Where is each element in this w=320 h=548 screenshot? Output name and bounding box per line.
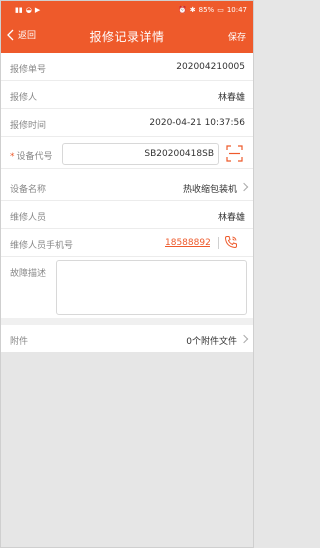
repairer-label: 维修人员 [10, 213, 47, 223]
chevron-right-icon [239, 334, 249, 344]
repair-no-label: 报修单号 [10, 65, 47, 75]
status-left-icons: ▮▮ ◒ ▶ [15, 6, 40, 14]
reporter-row: 报修人 林春雄 [1, 81, 253, 109]
navigation-bar: 返回 报修记录详情 保存 [1, 19, 253, 53]
repair-no-row: 报修单号 202004210005 [1, 53, 253, 81]
section-divider [1, 318, 253, 325]
scan-icon[interactable] [226, 145, 243, 162]
device-name-value: 热收缩包装机 [182, 185, 237, 195]
reporter-label: 报修人 [10, 93, 38, 103]
status-bar: ▮▮ ◒ ▶ ⏰ ✱ 85% ▭ 10:47 [1, 1, 253, 19]
device-code-row: * 设备代号 SB20200418SB [1, 139, 253, 169]
attachment-label: 附件 [10, 337, 29, 347]
bluetooth-icon: ✱ [189, 6, 196, 14]
device-code-label-group: * 设备代号 [10, 149, 53, 162]
battery-level: 85% [198, 6, 215, 14]
wifi-icon: ◒ [25, 6, 32, 14]
report-time-value: 2020-04-21 10:37:56 [149, 118, 245, 128]
device-code-input[interactable]: SB20200418SB [62, 143, 219, 165]
device-name-row[interactable]: 设备名称 热收缩包装机 [1, 173, 253, 201]
attachment-row[interactable]: 附件 0个附件文件 [1, 325, 253, 352]
required-mark: * [10, 152, 15, 162]
chevron-right-icon [239, 182, 249, 192]
repairer-value: 林春雄 [217, 213, 245, 223]
alarm-icon: ⏰ [178, 6, 187, 14]
repair-no-value: 202004210005 [176, 62, 245, 72]
report-time-label: 报修时间 [10, 121, 47, 131]
repairer-row: 维修人员 林春雄 [1, 201, 253, 229]
message-icon: ▶ [34, 6, 41, 14]
page-title: 报修记录详情 [89, 30, 165, 44]
repairer-phone-row: 维修人员手机号 18588892 [1, 229, 253, 257]
divider [218, 237, 219, 249]
fault-desc-label: 故障描述 [10, 269, 47, 279]
device-code-label: 设备代号 [16, 152, 53, 162]
repairer-phone-label: 维修人员手机号 [10, 241, 74, 251]
reporter-value: 林春雄 [217, 93, 245, 103]
form-content: 报修单号 202004210005 报修人 林春雄 报修时间 2020-04-2… [1, 53, 253, 321]
save-button[interactable]: 保存 [228, 30, 246, 43]
device-name-label: 设备名称 [10, 185, 47, 195]
repairer-phone-value[interactable]: 18588892 [165, 238, 210, 248]
phone-icon[interactable] [224, 235, 238, 249]
fault-desc-textarea[interactable] [56, 260, 247, 315]
attachment-count: 0个附件文件 [186, 337, 237, 347]
clock: 10:47 [226, 6, 247, 14]
report-time-row: 报修时间 2020-04-21 10:37:56 [1, 109, 253, 137]
signal-icon: ▮▮ [15, 6, 23, 14]
battery-icon: ▭ [217, 6, 224, 14]
